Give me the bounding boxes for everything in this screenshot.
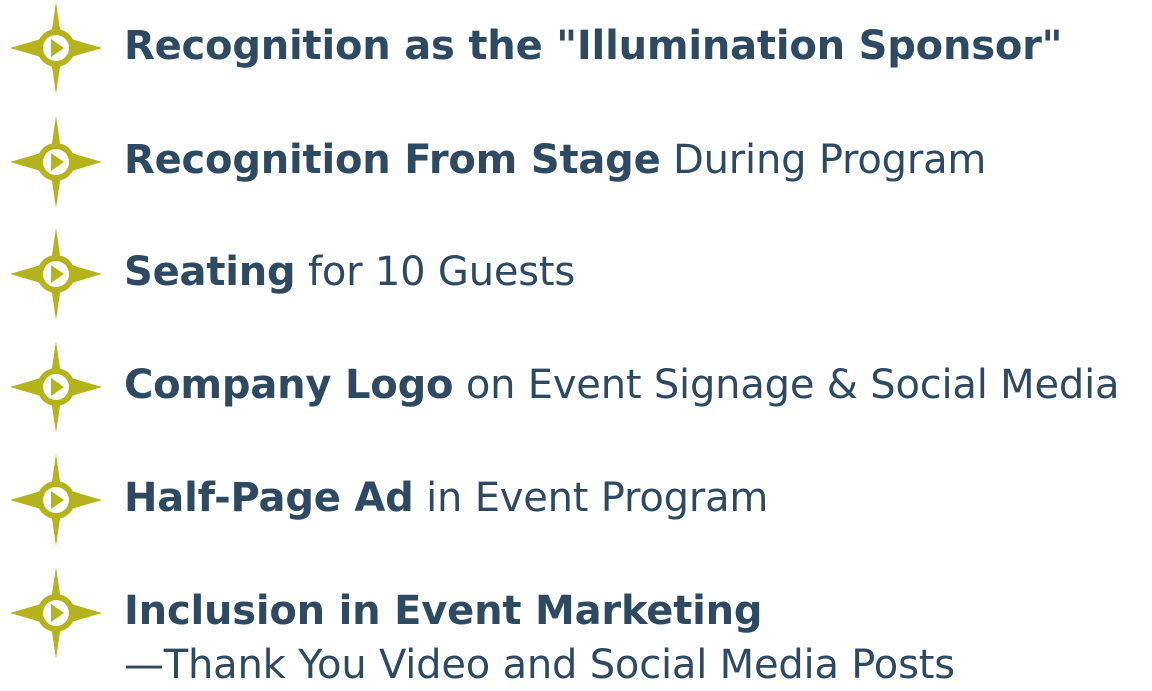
benefit-subline: —Thank You Video and Social Media Posts — [124, 642, 955, 688]
benefit-title: Half-Page Ad — [124, 475, 414, 521]
benefit-text: Half-Page Ad in Event Program — [124, 472, 768, 524]
compass-star-icon — [8, 114, 104, 210]
benefit-text: Inclusion in Event Marketing — [124, 585, 763, 637]
benefit-text: Recognition From Stage During Program — [124, 134, 986, 186]
benefit-detail: for 10 Guests — [295, 249, 576, 295]
benefit-title: Seating — [124, 249, 296, 295]
benefit-title: Recognition as the "Illumination Sponsor… — [124, 23, 1063, 69]
compass-star-icon — [8, 565, 104, 661]
benefit-detail: on Event Signage & Social Media — [453, 362, 1120, 408]
benefit-title: Inclusion in Event Marketing — [124, 588, 763, 634]
sponsorship-benefits-list: Recognition as the "Illumination Sponsor… — [0, 0, 1152, 688]
benefit-detail: in Event Program — [413, 475, 769, 521]
benefit-text: Recognition as the "Illumination Sponsor… — [124, 20, 1062, 72]
benefit-text: Seating for 10 Guests — [124, 246, 575, 298]
compass-star-icon — [8, 0, 104, 96]
benefit-title: Recognition From Stage — [124, 137, 661, 183]
compass-star-icon — [8, 452, 104, 548]
benefit-detail: During Program — [660, 137, 987, 183]
compass-star-icon — [8, 226, 104, 322]
compass-star-icon — [8, 339, 104, 435]
benefit-title: Company Logo — [124, 362, 454, 408]
benefit-text: Company Logo on Event Signage & Social M… — [124, 359, 1119, 411]
